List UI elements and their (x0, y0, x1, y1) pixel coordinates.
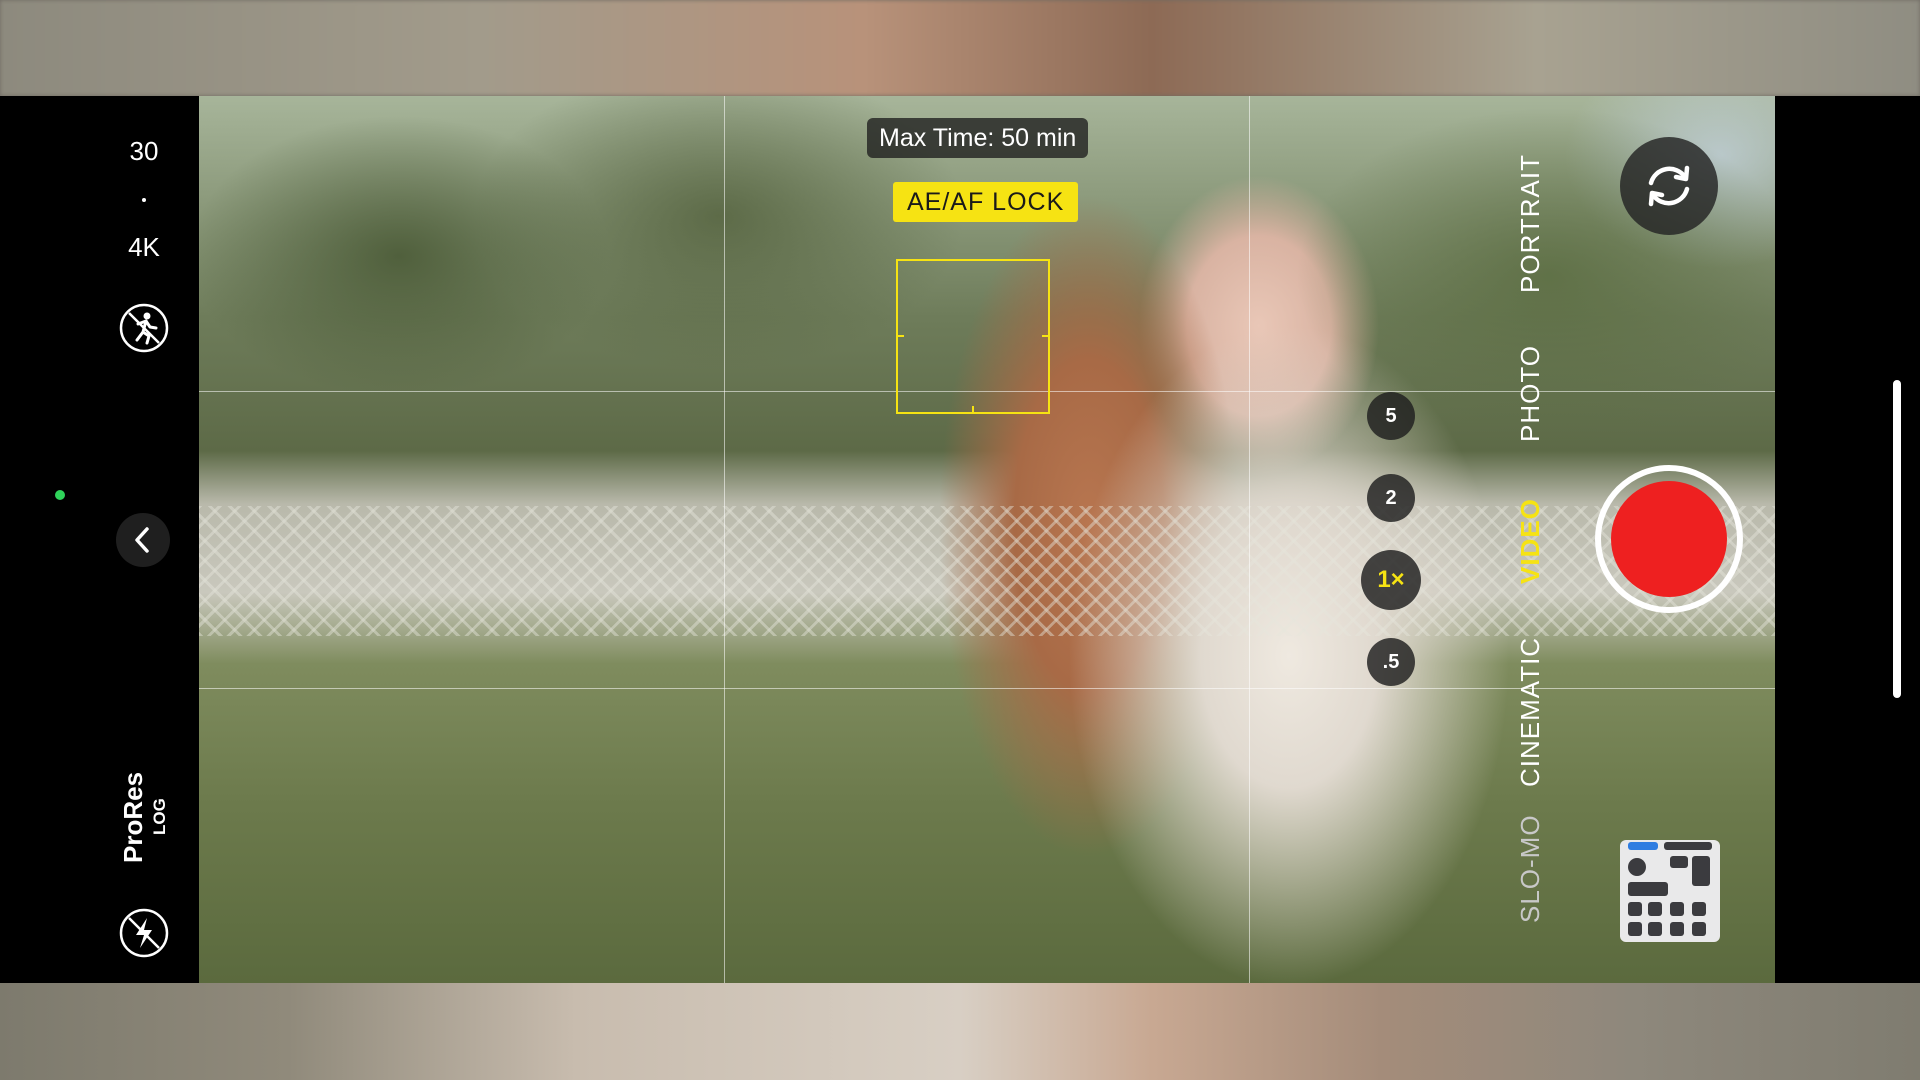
zoom-5x-button[interactable]: 5 (1367, 392, 1415, 440)
side-scroll-indicator (1893, 380, 1901, 698)
blurred-top-band (0, 0, 1920, 96)
focus-box[interactable] (896, 259, 1050, 414)
mode-photo[interactable]: PHOTO (1515, 345, 1546, 442)
switch-camera-button[interactable] (1620, 137, 1718, 235)
max-time-label: Max Time: 50 min (867, 118, 1089, 158)
zoom-1x-button[interactable]: 1× (1361, 550, 1421, 610)
collapse-controls-button[interactable] (116, 513, 170, 567)
mode-video[interactable]: VIDEO (1515, 498, 1546, 584)
last-media-thumbnail[interactable] (1620, 840, 1720, 942)
mode-slo-mo[interactable]: SLO-MO (1515, 814, 1546, 923)
flash-off-icon[interactable] (118, 907, 170, 959)
zoom-2x-button[interactable]: 2 (1367, 474, 1415, 522)
prores-log-toggle[interactable]: ProRes LOG (118, 765, 178, 865)
record-button[interactable] (1611, 481, 1727, 597)
zoom-05x-button[interactable]: .5 (1367, 638, 1415, 686)
mode-portrait[interactable]: PORTRAIT (1515, 154, 1546, 293)
prores-label: ProRes (118, 771, 148, 863)
grid-line-vertical-2 (1249, 96, 1250, 983)
resolution-toggle[interactable]: 4K (118, 232, 170, 263)
log-label: LOG (150, 798, 169, 835)
camera-switch-icon (1648, 165, 1690, 207)
action-mode-off-icon[interactable] (118, 302, 170, 354)
ae-af-lock-badge: AE/AF LOCK (893, 182, 1079, 222)
separator-dot (142, 198, 146, 202)
privacy-indicator-dot (55, 490, 65, 500)
chevron-left-icon (135, 527, 149, 553)
grid-line-vertical-1 (724, 96, 725, 983)
blurred-bottom-band (0, 983, 1920, 1080)
mode-cinematic[interactable]: CINEMATIC (1515, 637, 1546, 787)
frame-rate-toggle[interactable]: 30 (118, 136, 170, 167)
